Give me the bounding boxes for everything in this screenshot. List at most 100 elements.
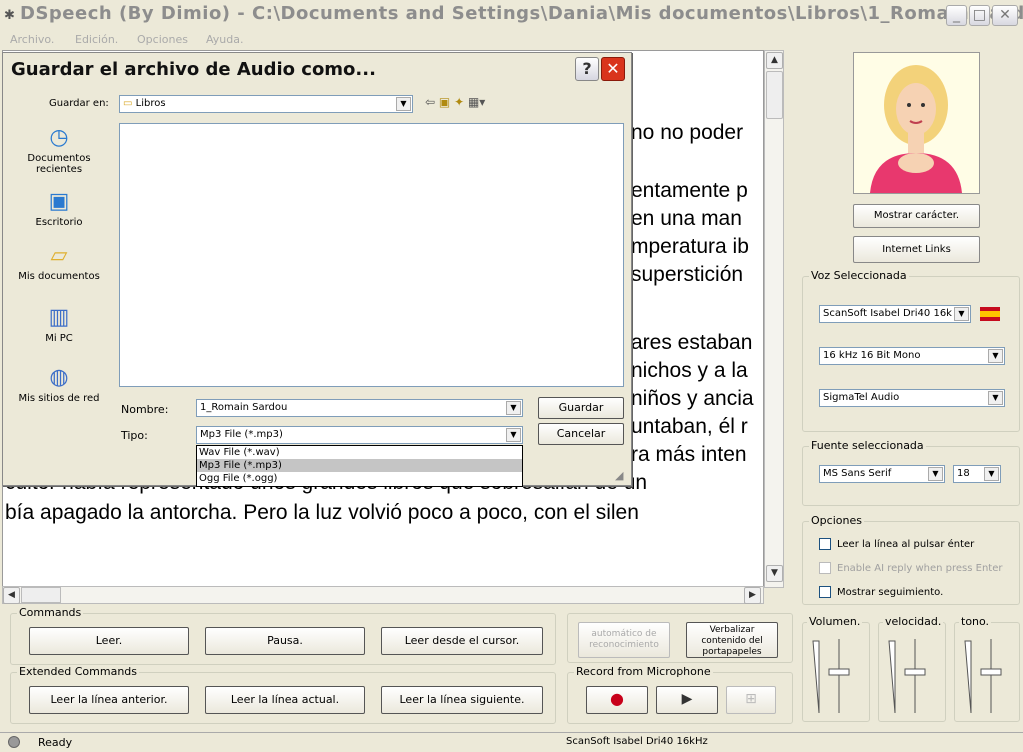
status-bar: Ready ScanSoft Isabel Dri40 16kHz (0, 732, 1023, 752)
record-group: Record from Microphone ● ▶ ⊞ (567, 665, 793, 724)
name-label: Nombre: (121, 403, 169, 416)
show-character-button[interactable]: Mostrar carácter. (853, 204, 980, 228)
chevron-down-icon[interactable]: ▼ (988, 349, 1003, 363)
recent-documents-icon: ◷ (49, 125, 69, 150)
text-line: niños y ancia (631, 387, 754, 410)
save-button[interactable]: Guardar (538, 397, 624, 419)
font-size-select[interactable]: 18 ▼ (953, 465, 1001, 483)
speaker-character-image (870, 65, 962, 193)
text-line: mperatura ib (631, 235, 749, 258)
folder-icon: ▭ (123, 98, 133, 109)
vertical-scrollbar[interactable]: ▲ ▼ (764, 50, 784, 588)
file-name-input[interactable]: 1_Romain Sardou ▼ (196, 399, 523, 417)
chevron-down-icon[interactable]: ▼ (954, 307, 969, 321)
place-my-computer[interactable]: ▥ Mi PC (17, 305, 101, 344)
my-computer-icon: ▥ (48, 305, 70, 330)
my-documents-icon: ▱ (50, 243, 68, 268)
read-current-line-button[interactable]: Leer la línea actual. (205, 686, 365, 714)
tone-slider[interactable] (961, 637, 1017, 715)
read-from-cursor-button[interactable]: Leer desde el cursor. (381, 627, 543, 655)
pause-button[interactable]: Pausa. (205, 627, 365, 655)
view-menu-icon[interactable]: ▦▾ (468, 95, 485, 109)
text-line: untaban, él r (631, 415, 748, 438)
play-icon[interactable]: ▶ (656, 686, 718, 714)
dialog-title-bar: Guardar el archivo de Audio como... ? ✕ (3, 53, 631, 85)
window-title: DSpeech (By Dimio) - C:\Documents and Se… (20, 3, 1023, 24)
scroll-right-icon[interactable]: ▶ (744, 587, 761, 604)
save-in-combo[interactable]: ▭ Libros ▼ (119, 95, 413, 113)
type-label: Tipo: (121, 429, 148, 442)
record-icon[interactable]: ● (586, 686, 648, 714)
option-wav[interactable]: Wav File (*.wav) (197, 446, 522, 459)
chevron-down-icon[interactable]: ▼ (506, 401, 521, 415)
save-in-label: Guardar en: (49, 98, 109, 109)
new-folder-icon[interactable]: ✦ (454, 95, 464, 109)
volume-slider[interactable] (809, 637, 865, 715)
scroll-down-icon[interactable]: ▼ (766, 565, 783, 582)
close-button[interactable]: ✕ (992, 5, 1018, 26)
chevron-down-icon[interactable]: ▼ (928, 467, 943, 481)
file-type-select[interactable]: Mp3 File (*.mp3) ▼ (196, 426, 523, 444)
audio-format-select[interactable]: 16 kHz 16 Bit Mono ▼ (819, 347, 1005, 365)
spain-flag-icon (980, 307, 1000, 321)
chevron-down-icon[interactable]: ▼ (396, 97, 411, 111)
status-text: Ready (38, 736, 73, 749)
network-places-icon: ◍ (49, 365, 69, 390)
internet-links-button[interactable]: Internet Links (853, 236, 980, 263)
chevron-down-icon[interactable]: ▼ (506, 428, 521, 442)
option-ogg[interactable]: Ogg File (*.ogg) (197, 472, 522, 485)
place-desktop[interactable]: ▣ Escritorio (17, 189, 101, 228)
app-icon: ✱ (4, 8, 15, 23)
read-button[interactable]: Leer. (29, 627, 189, 655)
scroll-left-icon[interactable]: ◀ (3, 587, 20, 604)
menu-ayuda[interactable]: Ayuda. (206, 33, 243, 46)
voice-select[interactable]: ScanSoft Isabel Dri40 16k ▼ (819, 305, 971, 323)
show-tracking-checkbox[interactable]: Mostrar seguimiento. (819, 586, 943, 598)
up-folder-icon[interactable]: ▣ (439, 95, 450, 109)
text-line: ares estaban (631, 331, 753, 354)
extended-commands-group: Extended Commands Leer la línea anterior… (10, 665, 556, 724)
read-previous-line-button[interactable]: Leer la línea anterior. (29, 686, 189, 714)
place-my-documents[interactable]: ▱ Mis documentos (17, 243, 101, 282)
chevron-down-icon[interactable]: ▼ (984, 467, 999, 481)
chevron-down-icon[interactable]: ▼ (988, 391, 1003, 405)
horizontal-scrollbar[interactable]: ◀ ▶ (2, 586, 764, 604)
maximize-button[interactable]: □ (969, 5, 990, 26)
speed-slider[interactable] (885, 637, 941, 715)
scroll-up-icon[interactable]: ▲ (766, 52, 783, 69)
resize-grip-icon[interactable]: ◢ (615, 469, 623, 482)
menu-edicion[interactable]: Edición. (75, 33, 118, 46)
text-line: superstición (631, 263, 744, 286)
dialog-close-button[interactable]: ✕ (601, 57, 625, 81)
audio-device-select[interactable]: SigmaTel Audio ▼ (819, 389, 1005, 407)
dialog-title: Guardar el archivo de Audio como... (11, 59, 376, 80)
menu-bar: Archivo. Edición. Opciones Ayuda. (0, 30, 1023, 50)
insert-icon[interactable]: ⊞ (726, 686, 776, 714)
verbalize-clipboard-button[interactable]: Verbalizar contenido del portapapeles (686, 622, 778, 658)
file-list[interactable] (119, 123, 624, 387)
cancel-button[interactable]: Cancelar (538, 423, 624, 445)
place-recent[interactable]: ◷ Documentos recientes (17, 125, 101, 175)
option-mp3[interactable]: Mp3 File (*.mp3) (197, 459, 522, 472)
menu-archivo[interactable]: Archivo. (10, 33, 54, 46)
font-name-select[interactable]: MS Sans Serif ▼ (819, 465, 945, 483)
avatar (853, 52, 980, 194)
volume-group: Volumen. (802, 615, 870, 722)
status-voice: ScanSoft Isabel Dri40 16kHz (566, 736, 708, 747)
read-next-line-button[interactable]: Leer la línea siguiente. (381, 686, 543, 714)
font-group: Fuente seleccionada MS Sans Serif ▼ 18 ▼ (802, 439, 1020, 506)
menu-opciones[interactable]: Opciones (137, 33, 188, 46)
status-indicator-icon (8, 736, 20, 748)
scroll-thumb[interactable] (766, 71, 783, 119)
minimize-button[interactable]: _ (946, 5, 967, 26)
text-line: nichos y a la (631, 359, 748, 382)
enable-ai-reply-checkbox[interactable]: Enable AI reply when press Enter (819, 562, 1003, 574)
auto-recognition-button[interactable]: automático de reconocimiento (578, 622, 670, 658)
hscroll-thumb[interactable] (21, 587, 61, 603)
help-button[interactable]: ? (575, 57, 599, 81)
recognition-group: automático de reconocimiento Verbalizar … (567, 613, 793, 663)
back-icon[interactable]: ⇦ (425, 95, 435, 109)
text-line: en una man (631, 207, 742, 230)
place-network[interactable]: ◍ Mis sitios de red (17, 365, 101, 404)
read-line-on-enter-checkbox[interactable]: Leer la línea al pulsar énter (819, 538, 974, 550)
